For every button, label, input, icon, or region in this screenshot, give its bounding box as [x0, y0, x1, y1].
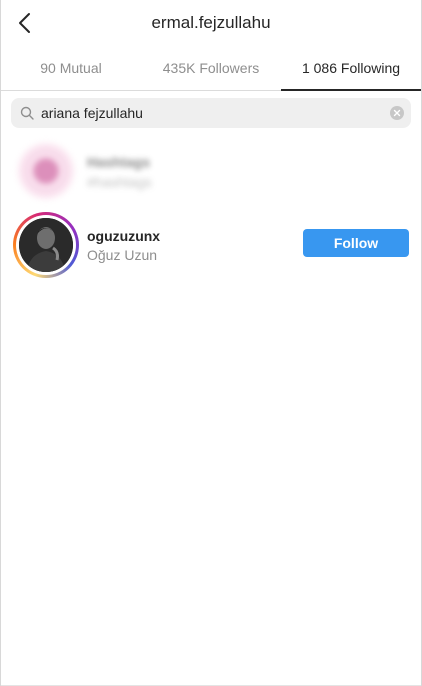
- search-icon: [20, 106, 34, 120]
- search-bar: [11, 98, 411, 128]
- story-ring-gap: [16, 215, 76, 275]
- avatar: [19, 218, 73, 272]
- full-name: Oğuz Uzun: [87, 247, 158, 263]
- clear-icon: [393, 109, 401, 117]
- top-navigation-bar: ermal.fejzullahu: [1, 0, 421, 46]
- follow-tabs: 90 Mutual 435K Followers 1 086 Following: [1, 46, 421, 91]
- tab-mutual[interactable]: 90 Mutual: [1, 46, 141, 90]
- tab-followers[interactable]: 435K Followers: [141, 46, 281, 90]
- search-input[interactable]: [41, 98, 377, 128]
- hashtag-avatar: [17, 142, 75, 200]
- story-ring[interactable]: [13, 212, 79, 278]
- clear-search-button[interactable]: [390, 106, 404, 120]
- blurred-title: Hashtags: [87, 154, 151, 170]
- profile-photo: [19, 218, 73, 272]
- tab-following[interactable]: 1 086 Following: [281, 46, 421, 91]
- list-item-blurred[interactable]: Hashtags #hashtags: [1, 140, 421, 204]
- list-item-user[interactable]: oguzuzunx Oğuz Uzun Follow: [1, 212, 421, 278]
- page-title: ermal.fejzullahu: [151, 13, 271, 32]
- blurred-subtitle: #hashtags: [87, 174, 152, 190]
- follow-button[interactable]: Follow: [303, 229, 409, 257]
- username[interactable]: oguzuzunx: [87, 228, 160, 244]
